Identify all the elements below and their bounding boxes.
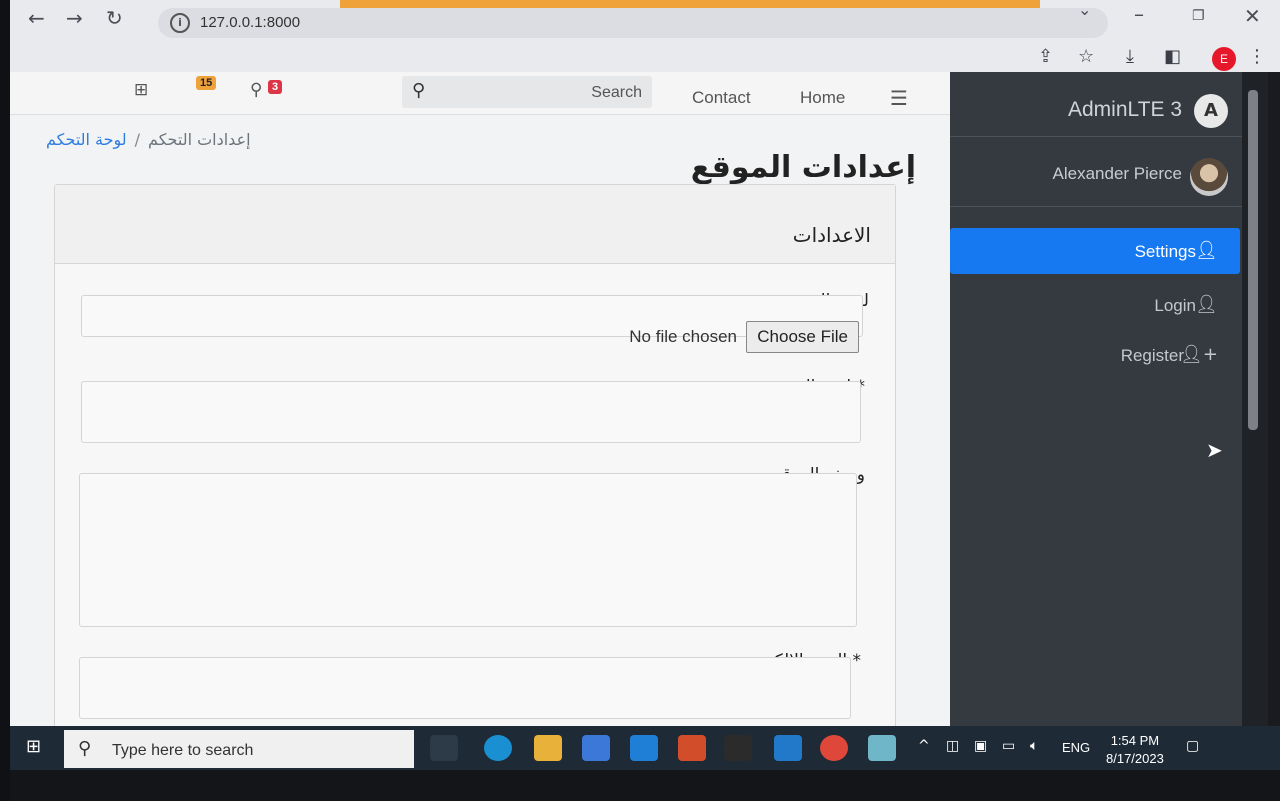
volume-icon[interactable]: 🔈︎	[1030, 738, 1038, 754]
menu-icon[interactable]: ⋮	[1248, 46, 1266, 67]
email-input[interactable]	[79, 657, 851, 719]
site-info-icon[interactable]: i	[170, 13, 190, 33]
windows-start-icon[interactable]: ⊞	[26, 736, 41, 757]
nav-link-contact[interactable]: Contact	[692, 88, 751, 108]
sidebar-item-register[interactable]: Register 👤︎+	[950, 332, 1240, 378]
terminal-icon[interactable]	[724, 735, 752, 761]
breadcrumb-link[interactable]: لوحة التحكم	[46, 130, 127, 149]
site-name-input[interactable]	[81, 381, 861, 443]
top-navbar: ⊞ 15 ⚲ 3 ⚲ Search Contact Home ☰	[10, 72, 950, 115]
brand-logo: A	[1194, 94, 1228, 128]
forward-icon[interactable]: →	[66, 8, 83, 28]
user-name: Alexander Pierce	[1052, 164, 1182, 183]
tray-chevron-icon[interactable]: ^	[918, 738, 930, 754]
brand[interactable]: AdminLTE 3 A	[950, 72, 1242, 137]
chrome-icon[interactable]	[820, 735, 848, 761]
tray-network-icon[interactable]: ▣	[974, 738, 987, 754]
profile-avatar[interactable]: E	[1212, 47, 1236, 71]
minimize-icon[interactable]: –	[1134, 4, 1144, 24]
close-icon[interactable]: ✕	[1244, 6, 1261, 26]
search-input[interactable]: ⚲ Search	[402, 76, 652, 108]
user-plus-icon: 👤︎+	[1180, 344, 1218, 365]
site-description-textarea[interactable]	[79, 473, 857, 627]
card-header: الاعدادات	[55, 185, 895, 264]
tray-icon[interactable]: ◫	[946, 738, 959, 754]
monitor-bezel	[0, 770, 1280, 801]
monitor-bezel-left	[0, 0, 10, 801]
git-icon[interactable]	[678, 735, 706, 761]
hamburger-icon[interactable]: ☰	[890, 86, 908, 110]
language-indicator[interactable]: ENG	[1062, 740, 1090, 755]
vscode-icon[interactable]	[774, 735, 802, 761]
search-icon: ⚲	[78, 738, 92, 759]
download-icon[interactable]: ⤓	[1126, 46, 1134, 67]
scrollbar-thumb[interactable]	[1248, 90, 1258, 430]
clock[interactable]: 1:54 PM 8/17/2023	[1106, 732, 1164, 768]
file-explorer-icon[interactable]	[534, 735, 562, 761]
task-view-icon[interactable]	[430, 735, 458, 761]
sidebar: AdminLTE 3 A Alexander Pierce Settings 👤…	[950, 72, 1242, 762]
settings-card: الاعدادات لوجو الموقع No file chosen Cho…	[54, 184, 896, 746]
user-panel[interactable]: Alexander Pierce	[950, 136, 1242, 207]
messages-badge: 15	[196, 76, 217, 90]
browser-chrome: ← → ↻ i 127.0.0.1:8000 ⌄ – ❐ ✕ ⇪ ☆ ⤓ ◧ E…	[10, 0, 1280, 72]
taskbar-search[interactable]: ⚲ Type here to search	[64, 730, 414, 768]
sidebar-item-settings[interactable]: Settings 👤︎	[950, 228, 1240, 274]
avatar	[1190, 158, 1228, 196]
edge-icon[interactable]	[484, 735, 512, 761]
notifications-icon[interactable]: ⚲ 3	[250, 80, 283, 100]
clock-date: 8/17/2023	[1106, 751, 1164, 766]
page-content: ⊞ 15 ⚲ 3 ⚲ Search Contact Home ☰ إعدادات…	[10, 72, 950, 746]
sidebar-item-label: Login	[1154, 296, 1196, 315]
user-icon: 👤︎	[1195, 240, 1218, 261]
store-icon[interactable]	[582, 735, 610, 761]
grid-icon[interactable]: ⊞	[134, 80, 148, 100]
search-placeholder: Search	[591, 84, 642, 101]
reload-icon[interactable]: ↻	[106, 8, 123, 28]
tray-display-icon[interactable]: ▭	[1002, 738, 1015, 754]
app-icon[interactable]	[868, 735, 896, 761]
user-icon: 👤︎	[1195, 294, 1218, 315]
restore-icon[interactable]: ❐	[1192, 6, 1205, 26]
file-status: No file chosen	[629, 327, 737, 346]
chevron-down-icon[interactable]: ⌄	[1078, 0, 1091, 20]
back-icon[interactable]: ←	[28, 8, 45, 28]
share-icon[interactable]: ⇪	[1038, 46, 1053, 67]
mouse-cursor-icon: ➤	[1206, 438, 1223, 462]
sidebar-item-label: Register	[1120, 346, 1184, 365]
sidebar-item-label: Settings	[1134, 242, 1196, 261]
choose-file-button[interactable]: Choose File	[746, 321, 859, 353]
screen: ← → ↻ i 127.0.0.1:8000 ⌄ – ❐ ✕ ⇪ ☆ ⤓ ◧ E…	[0, 0, 1280, 801]
page-title: إعدادات الموقع	[690, 150, 916, 185]
breadcrumb: إعدادات التحكم / لوحة التحكم	[46, 130, 251, 149]
notifications-badge: 3	[268, 80, 283, 94]
mail-icon[interactable]	[630, 735, 658, 761]
sidepanel-icon[interactable]: ◧	[1164, 46, 1181, 67]
taskbar-search-placeholder: Type here to search	[112, 742, 254, 759]
card-title: الاعدادات	[792, 223, 871, 247]
nav-link-home[interactable]: Home	[800, 88, 845, 108]
sidebar-item-login[interactable]: Login 👤︎	[950, 282, 1240, 328]
breadcrumb-active: إعدادات التحكم	[148, 130, 251, 149]
brand-text: AdminLTE 3	[1068, 98, 1182, 121]
star-icon[interactable]: ☆	[1078, 46, 1094, 67]
address-bar[interactable]: i 127.0.0.1:8000	[158, 8, 1108, 38]
url-text: 127.0.0.1:8000	[200, 14, 301, 31]
breadcrumb-separator: /	[134, 130, 141, 149]
clock-time: 1:54 PM	[1110, 733, 1160, 748]
notification-center-icon[interactable]: ▢	[1186, 738, 1199, 754]
search-icon: ⚲	[412, 80, 426, 101]
taskbar: ⊞ ⚲ Type here to search ^ ◫ ▣ ▭ 🔈︎ ENG 1…	[0, 726, 1280, 770]
